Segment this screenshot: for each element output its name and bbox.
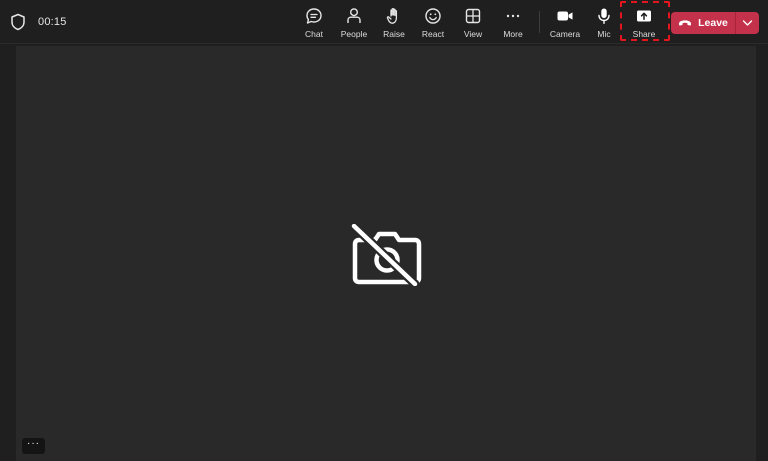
shield-icon bbox=[11, 13, 25, 31]
microphone-icon bbox=[598, 8, 610, 24]
camera-label: Camera bbox=[549, 29, 581, 39]
chat-label: Chat bbox=[305, 29, 323, 39]
camera-off-placeholder bbox=[351, 224, 423, 286]
leave-button[interactable]: Leave bbox=[671, 12, 735, 34]
chat-button[interactable]: Chat bbox=[292, 6, 336, 40]
leave-options-button[interactable] bbox=[736, 12, 759, 34]
people-label: People bbox=[340, 29, 368, 39]
toolbar-divider bbox=[539, 11, 540, 33]
react-label: React bbox=[421, 29, 445, 39]
raise-hand-icon bbox=[386, 8, 398, 24]
overflow-menu-button[interactable]: ··· bbox=[22, 438, 45, 454]
grid-view-icon bbox=[465, 8, 481, 24]
smiley-icon bbox=[425, 8, 441, 24]
more-button[interactable]: More bbox=[491, 6, 535, 40]
hang-up-icon bbox=[679, 20, 692, 26]
people-button[interactable]: People bbox=[332, 6, 376, 40]
leave-button-group: Leave bbox=[671, 12, 759, 34]
raise-hand-button[interactable]: Raise bbox=[372, 6, 416, 40]
camera-off-icon bbox=[351, 224, 422, 286]
video-stage bbox=[16, 46, 756, 461]
meeting-timer: 00:15 bbox=[38, 16, 67, 28]
leave-label: Leave bbox=[698, 17, 728, 29]
more-label: More bbox=[503, 29, 523, 39]
view-label: View bbox=[463, 29, 483, 39]
people-icon bbox=[347, 8, 361, 23]
chat-icon bbox=[306, 8, 322, 24]
share-highlight-box bbox=[620, 1, 670, 41]
meeting-toolbar: 00:15 Chat People Raise React View More … bbox=[0, 0, 768, 44]
overflow-dots: ··· bbox=[27, 438, 40, 449]
chevron-down-icon bbox=[742, 20, 753, 26]
view-button[interactable]: View bbox=[451, 6, 495, 40]
mic-label: Mic bbox=[597, 29, 611, 39]
react-button[interactable]: React bbox=[411, 6, 455, 40]
video-camera-icon bbox=[557, 11, 573, 21]
more-dots-icon bbox=[506, 14, 520, 18]
camera-button[interactable]: Camera bbox=[543, 6, 587, 40]
raise-label: Raise bbox=[383, 29, 405, 39]
